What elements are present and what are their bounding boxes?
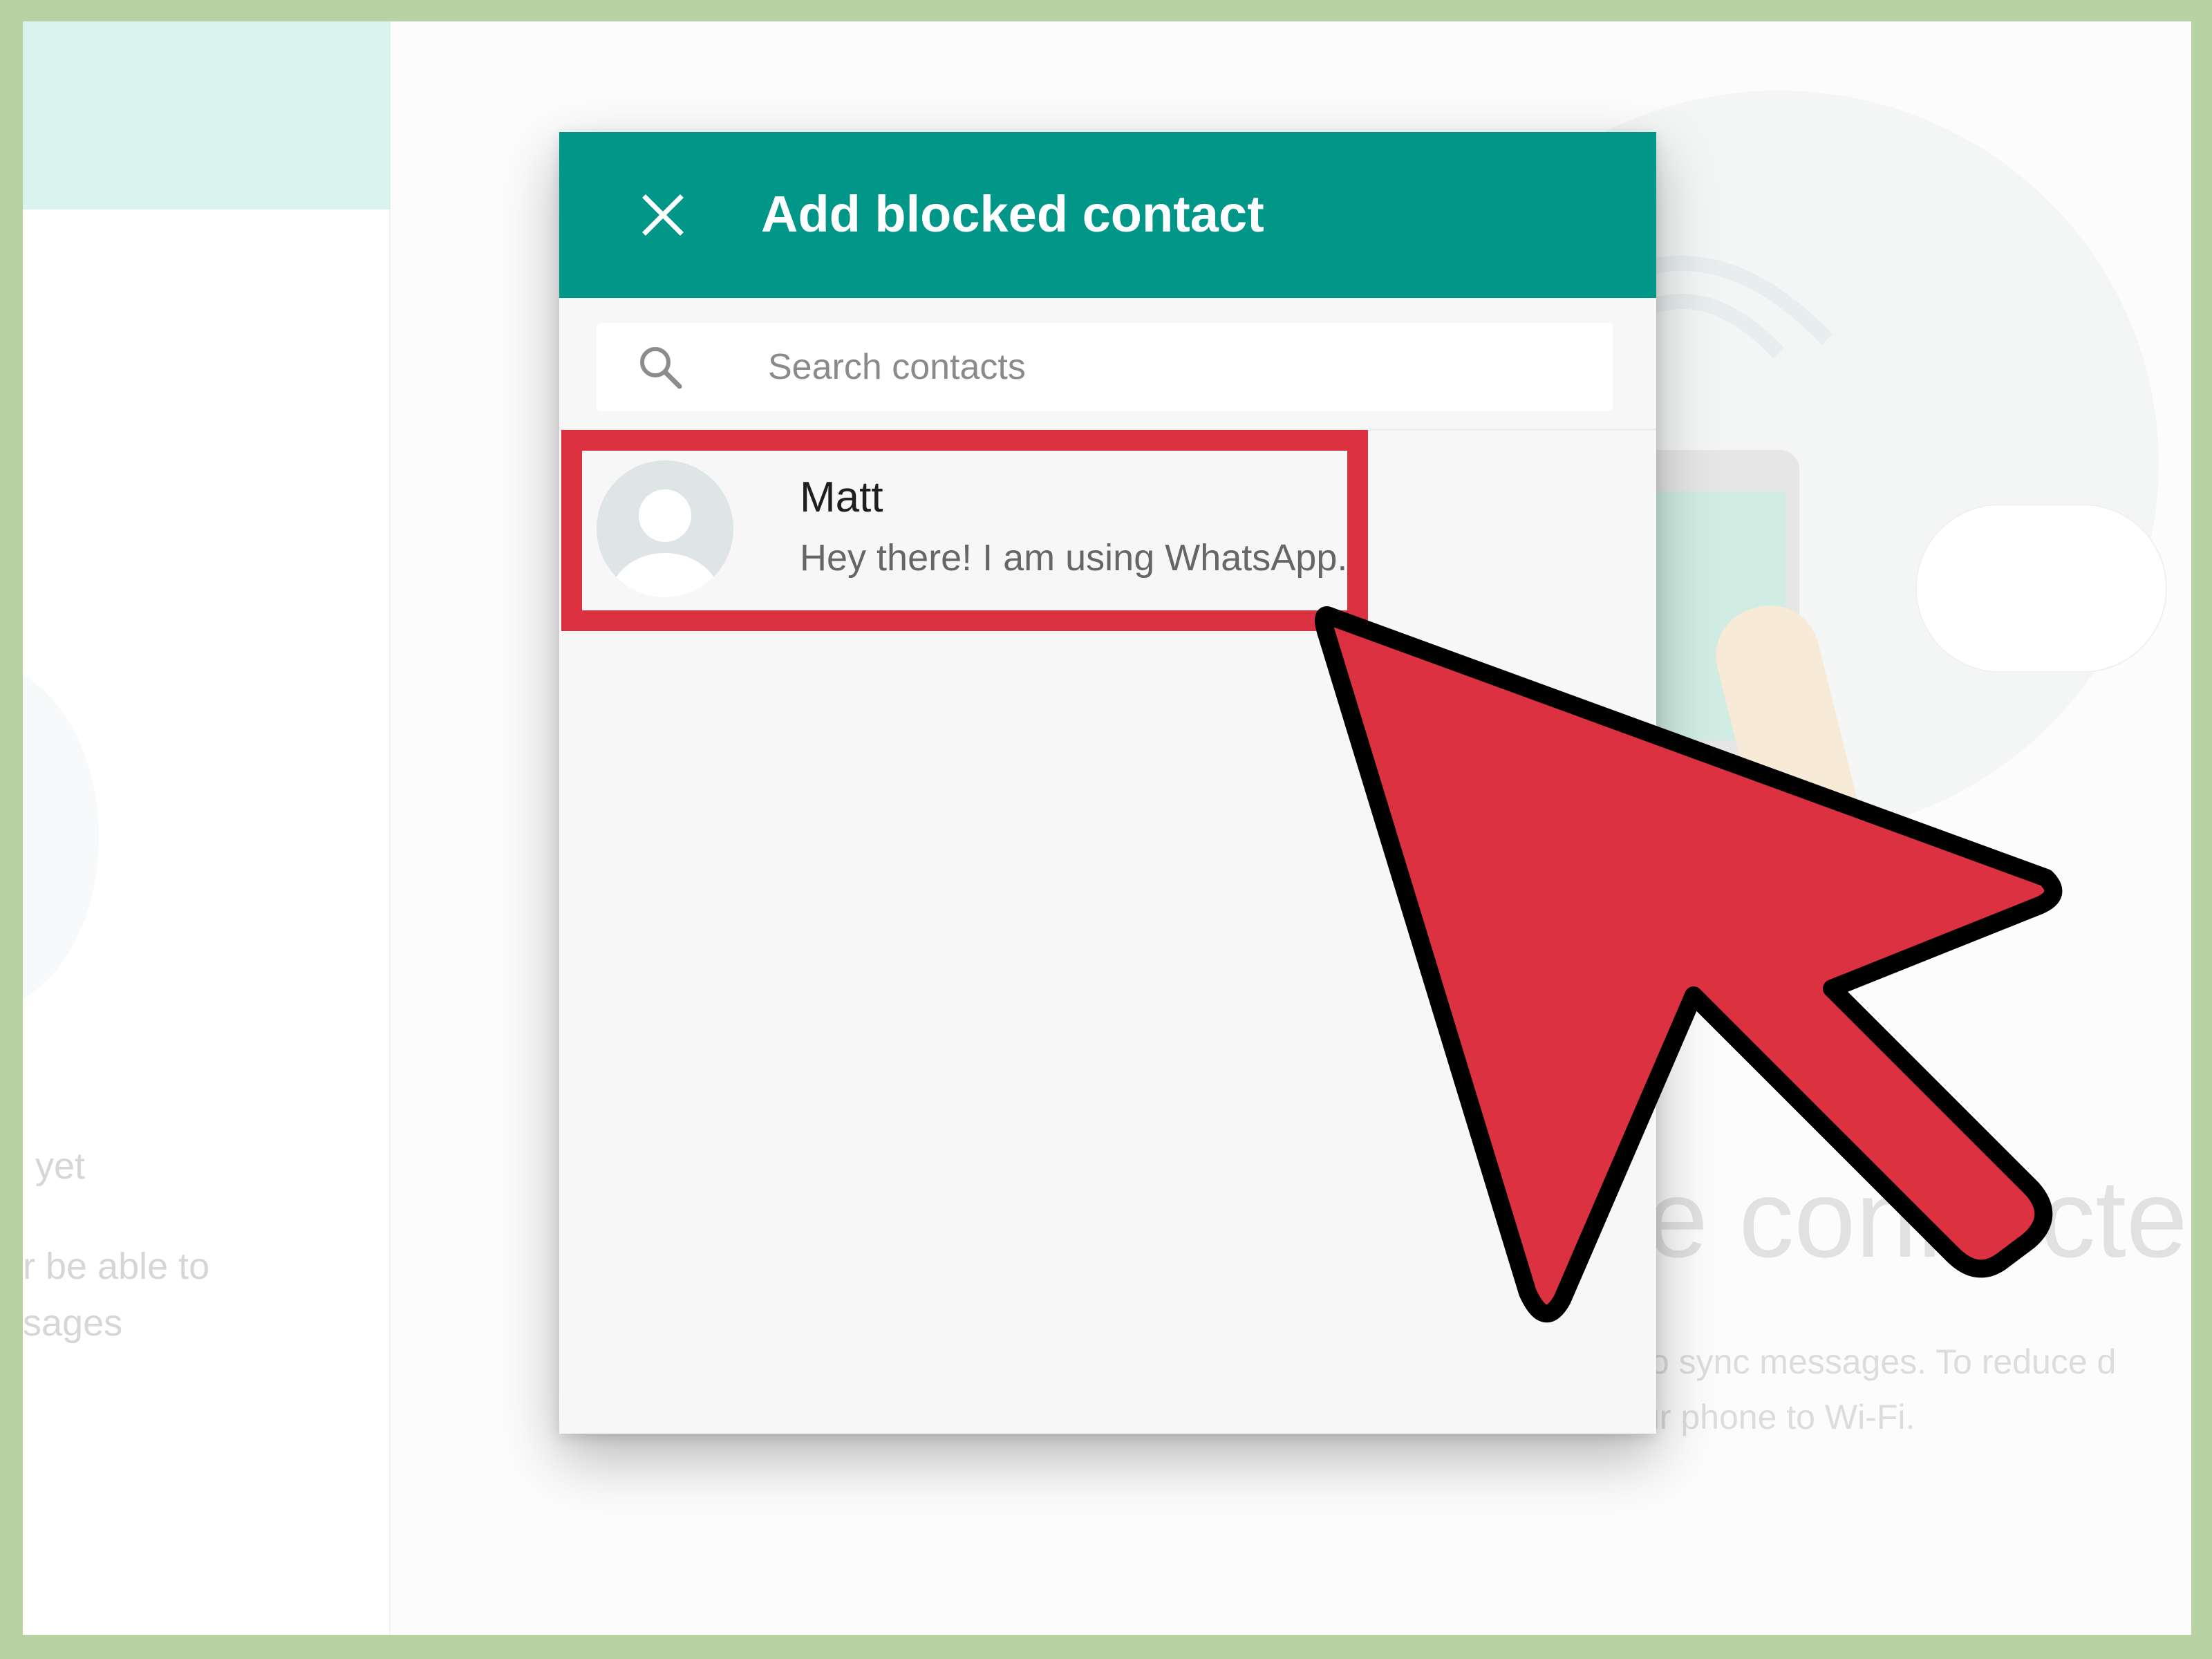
- empty-state-illustration: [23, 664, 99, 1010]
- intro-subtitle-line1: to sync messages. To reduce d: [1640, 1342, 2117, 1381]
- search-area: [559, 298, 1656, 431]
- empty-state-text-line3: sages: [23, 1302, 123, 1344]
- default-avatar-icon: [597, 460, 733, 597]
- contact-name: Matt: [800, 474, 883, 521]
- chat-list-panel: yet r be able to sages: [23, 21, 391, 1635]
- close-button[interactable]: [628, 180, 697, 250]
- search-box[interactable]: [597, 323, 1613, 411]
- intro-title: ne connecte: [1585, 1156, 2188, 1280]
- chat-list-header: [23, 21, 391, 209]
- empty-state-text-line1: yet: [35, 1145, 86, 1187]
- search-input[interactable]: [768, 338, 1563, 396]
- close-icon: [642, 194, 684, 236]
- dialog-title: Add blocked contact: [761, 185, 1264, 243]
- cloud-illustration: [1917, 505, 2166, 671]
- contact-list-item[interactable]: Matt Hey there! I am using WhatsApp.: [559, 433, 1656, 612]
- add-blocked-contact-dialog: Add blocked contact Search contacts Matt…: [559, 132, 1656, 1434]
- dialog-header: Add blocked contact: [559, 132, 1656, 298]
- empty-state-text-line2: r be able to: [23, 1246, 210, 1287]
- app-screen: yet r be able to sages ne connecte to sy…: [23, 21, 2191, 1635]
- search-icon: [640, 347, 682, 389]
- intro-subtitle-line2: ur phone to Wi-Fi.: [1640, 1398, 1915, 1436]
- contact-status: Hey there! I am using WhatsApp.: [800, 537, 1348, 579]
